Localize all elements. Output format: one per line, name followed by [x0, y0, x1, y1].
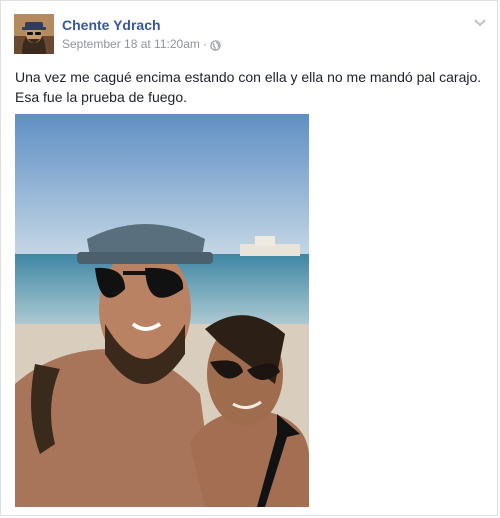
avatar[interactable] [14, 14, 54, 54]
globe-icon[interactable] [210, 39, 221, 51]
post-meta: Chente Ydrach September 18 at 11:20am · [62, 14, 221, 54]
post-header: Chente Ydrach September 18 at 11:20am · [14, 14, 221, 54]
post-subline: September 18 at 11:20am · [62, 36, 221, 52]
facebook-post: Chente Ydrach September 18 at 11:20am · … [0, 0, 498, 516]
post-text: Una vez me cagué encima estando con ella… [15, 69, 482, 105]
beach-selfie-image [15, 114, 309, 507]
post-timestamp[interactable]: September 18 at 11:20am [62, 36, 200, 52]
author-name[interactable]: Chente Ydrach [62, 16, 221, 34]
chevron-down-icon[interactable] [473, 15, 487, 27]
meta-separator: · [202, 37, 207, 51]
avatar-image [14, 14, 54, 54]
post-photo[interactable] [15, 114, 309, 507]
